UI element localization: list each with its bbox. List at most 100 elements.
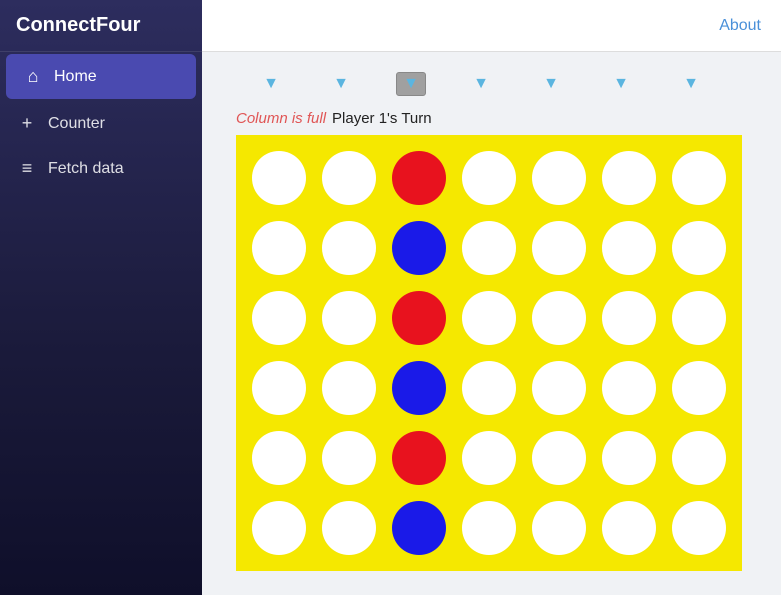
cell-4-1 <box>314 423 384 493</box>
disc-2-3 <box>462 291 516 345</box>
app-title: ConnectFour <box>0 0 202 52</box>
nav-menu: ⌂ Home + Counter ≡ Fetch data <box>0 52 202 191</box>
turn-message: Player 1's Turn <box>332 110 432 127</box>
column-arrow-5[interactable]: ▼ <box>586 69 656 99</box>
cell-1-3 <box>454 213 524 283</box>
sidebar-item-home[interactable]: ⌂ Home <box>6 54 196 99</box>
cell-2-2 <box>384 283 454 353</box>
cell-5-5 <box>594 493 664 563</box>
cell-0-3 <box>454 143 524 213</box>
fetch-data-icon: ≡ <box>16 158 38 179</box>
disc-5-3 <box>462 501 516 555</box>
arrow-icon-6: ▼ <box>683 75 699 92</box>
disc-0-6 <box>672 151 726 205</box>
game-board <box>236 135 742 571</box>
disc-2-0 <box>252 291 306 345</box>
disc-4-1 <box>322 431 376 485</box>
disc-0-5 <box>602 151 656 205</box>
disc-4-3 <box>462 431 516 485</box>
cell-3-0 <box>244 353 314 423</box>
cell-2-4 <box>524 283 594 353</box>
column-arrow-6[interactable]: ▼ <box>656 69 726 99</box>
cell-1-1 <box>314 213 384 283</box>
sidebar-item-label-fetch-data: Fetch data <box>48 160 124 178</box>
main-area: About ▼ ▼ ▼ ▼ ▼ ▼ ▼ Column is full Player 1's … <box>202 0 781 595</box>
cell-0-2 <box>384 143 454 213</box>
cell-0-6 <box>664 143 734 213</box>
cell-2-3 <box>454 283 524 353</box>
cell-5-0 <box>244 493 314 563</box>
disc-5-6 <box>672 501 726 555</box>
disc-5-2 <box>392 501 446 555</box>
disc-4-2 <box>392 431 446 485</box>
sidebar-item-counter[interactable]: + Counter <box>0 101 202 146</box>
column-full-message: Column is full <box>236 110 326 127</box>
column-arrow-4[interactable]: ▼ <box>516 69 586 99</box>
cell-0-4 <box>524 143 594 213</box>
about-link[interactable]: About <box>719 17 761 35</box>
disc-4-0 <box>252 431 306 485</box>
disc-0-1 <box>322 151 376 205</box>
disc-3-0 <box>252 361 306 415</box>
arrow-icon-4: ▼ <box>543 75 559 92</box>
cell-0-1 <box>314 143 384 213</box>
disc-1-2 <box>392 221 446 275</box>
cell-4-4 <box>524 423 594 493</box>
sidebar-item-fetch-data[interactable]: ≡ Fetch data <box>0 146 202 191</box>
status-row: Column is full Player 1's Turn <box>236 110 757 127</box>
top-bar: About <box>202 0 781 52</box>
disc-1-1 <box>322 221 376 275</box>
cell-4-0 <box>244 423 314 493</box>
disc-1-5 <box>602 221 656 275</box>
arrow-icon-1: ▼ <box>333 75 349 92</box>
cell-1-5 <box>594 213 664 283</box>
cell-1-4 <box>524 213 594 283</box>
cell-3-2 <box>384 353 454 423</box>
cell-4-2 <box>384 423 454 493</box>
cell-5-4 <box>524 493 594 563</box>
disc-0-4 <box>532 151 586 205</box>
disc-3-1 <box>322 361 376 415</box>
cell-0-5 <box>594 143 664 213</box>
cell-4-6 <box>664 423 734 493</box>
cell-2-6 <box>664 283 734 353</box>
cell-0-0 <box>244 143 314 213</box>
column-arrow-3[interactable]: ▼ <box>446 69 516 99</box>
disc-0-2 <box>392 151 446 205</box>
column-arrow-2[interactable]: ▼ <box>376 68 446 100</box>
disc-0-0 <box>252 151 306 205</box>
cell-2-0 <box>244 283 314 353</box>
sidebar: ConnectFour ⌂ Home + Counter ≡ Fetch data <box>0 0 202 595</box>
cell-1-2 <box>384 213 454 283</box>
disc-2-6 <box>672 291 726 345</box>
cell-4-3 <box>454 423 524 493</box>
cell-5-3 <box>454 493 524 563</box>
disc-3-5 <box>602 361 656 415</box>
disc-1-6 <box>672 221 726 275</box>
cell-3-4 <box>524 353 594 423</box>
cell-5-6 <box>664 493 734 563</box>
content-area: ▼ ▼ ▼ ▼ ▼ ▼ ▼ Column is full Player 1's Turn <box>202 52 781 595</box>
disc-4-6 <box>672 431 726 485</box>
cell-3-5 <box>594 353 664 423</box>
arrow-icon-2: ▼ <box>403 75 419 92</box>
cell-1-0 <box>244 213 314 283</box>
cell-3-3 <box>454 353 524 423</box>
sidebar-item-label-home: Home <box>54 68 97 86</box>
counter-icon: + <box>16 113 38 134</box>
disc-0-3 <box>462 151 516 205</box>
column-arrow-1[interactable]: ▼ <box>306 69 376 99</box>
disc-1-4 <box>532 221 586 275</box>
disc-5-0 <box>252 501 306 555</box>
cell-3-1 <box>314 353 384 423</box>
disc-2-5 <box>602 291 656 345</box>
disc-5-1 <box>322 501 376 555</box>
disc-2-1 <box>322 291 376 345</box>
cell-2-1 <box>314 283 384 353</box>
disc-2-2 <box>392 291 446 345</box>
disc-1-0 <box>252 221 306 275</box>
cell-1-6 <box>664 213 734 283</box>
column-arrow-0[interactable]: ▼ <box>236 69 306 99</box>
home-icon: ⌂ <box>22 66 44 87</box>
sidebar-item-label-counter: Counter <box>48 115 105 133</box>
